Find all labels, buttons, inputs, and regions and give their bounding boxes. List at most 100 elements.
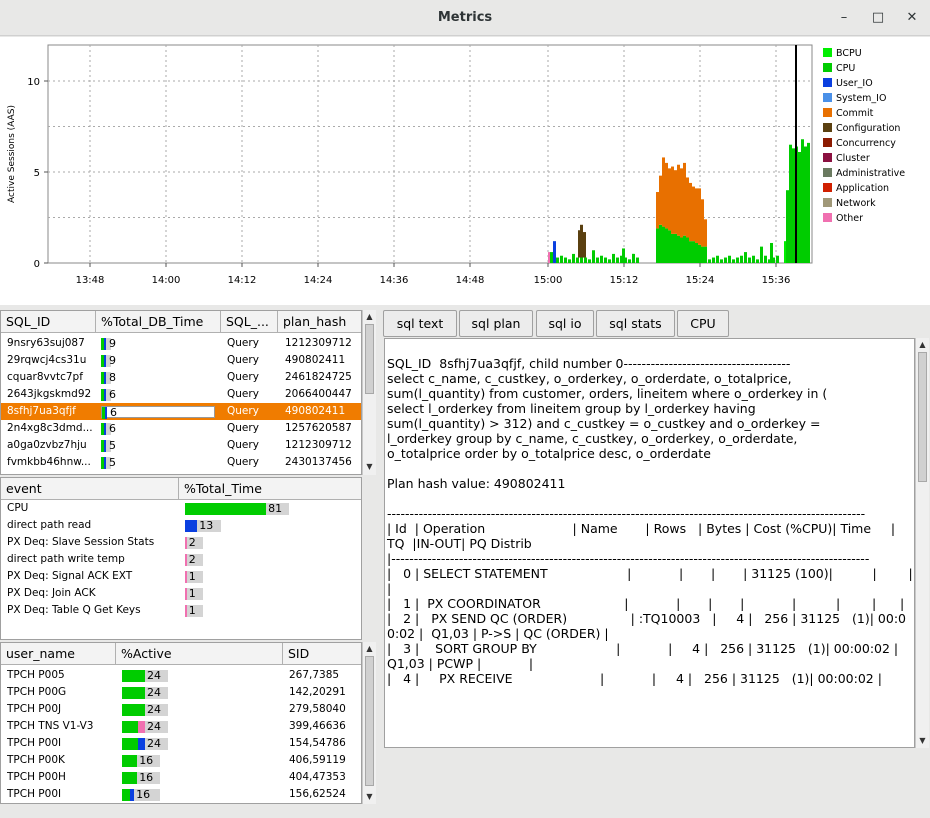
table-row[interactable]: 29rqwcj4cs31u 9 Query 490802411	[1, 352, 361, 369]
data-bar	[636, 257, 639, 263]
column-header-0[interactable]: SQL_ID	[1, 311, 96, 333]
data-bar	[680, 168, 683, 238]
table-row[interactable]: direct path read 13	[1, 517, 361, 534]
table-row[interactable]: TPCH P00I 24 154,54786	[1, 735, 361, 752]
session-table-scrollbar[interactable]: ▲ ▼	[362, 642, 376, 804]
sql-type: Query	[227, 439, 259, 451]
scroll-up-icon[interactable]: ▲	[916, 338, 929, 351]
data-bar	[720, 259, 723, 263]
table-row[interactable]: TPCH P00K 16 406,59119	[1, 752, 361, 769]
data-bar	[786, 190, 789, 263]
bar-value: 9	[109, 337, 116, 350]
plan-hash: 2461824725	[285, 371, 352, 383]
minimize-button[interactable]: –	[835, 9, 853, 27]
table-row[interactable]: PX Deq: Slave Session Stats 2	[1, 534, 361, 551]
column-header-1[interactable]: %Total_DB_Time	[96, 311, 221, 333]
session-sid: 406,59119	[289, 754, 346, 766]
scroll-thumb[interactable]	[365, 324, 374, 394]
table-row[interactable]: TPCH P00H 16 404,47353	[1, 769, 361, 786]
data-bar	[612, 253, 615, 263]
legend-label: CPU	[836, 63, 855, 74]
metrics-chart-area: 0 5 10 13:48 14:00 14:12 14:24 14:36 14:48 15:00 1…	[0, 37, 930, 305]
table-row[interactable]: PX Deq: Signal ACK EXT 1	[1, 568, 361, 585]
sql-id: fvmkbb46hnw...	[7, 456, 91, 468]
tab-sql-stats[interactable]: sql stats	[596, 310, 675, 337]
column-header-0[interactable]: event	[1, 478, 179, 500]
scroll-down-icon[interactable]: ▼	[363, 790, 376, 803]
tab-sql-text[interactable]: sql text	[383, 310, 457, 337]
legend-swatch	[823, 138, 832, 147]
data-bar	[616, 257, 619, 263]
column-header-3[interactable]: plan_hash	[278, 311, 361, 333]
bar-value: 5	[109, 439, 116, 452]
scroll-thumb[interactable]	[365, 656, 374, 786]
tab-sql-plan[interactable]: sql plan	[459, 310, 533, 337]
table-row[interactable]: fvmkbb46hnw... 5 Query 2430137456	[1, 454, 361, 471]
data-bar	[748, 257, 751, 263]
close-button[interactable]: ✕	[903, 9, 921, 27]
data-bar	[732, 259, 735, 263]
sql-text-pane[interactable]: SQL_ID 8sfhj7ua3qfjf, child number 0----…	[384, 338, 915, 748]
scroll-down-icon[interactable]: ▼	[916, 734, 929, 747]
table-row[interactable]: CPU 81	[1, 500, 361, 517]
bar-segment	[138, 738, 145, 750]
table-row[interactable]: 2643jkgskmd92 6 Query 2066400447	[1, 386, 361, 403]
column-header-1[interactable]: %Active	[116, 643, 283, 665]
data-bar	[671, 233, 674, 263]
scroll-down-icon[interactable]: ▼	[363, 460, 376, 473]
data-bar	[671, 166, 674, 234]
scroll-thumb[interactable]	[918, 352, 927, 482]
table-row[interactable]: TPCH P005 24 267,7385	[1, 667, 361, 684]
maximize-button[interactable]: □	[869, 9, 887, 27]
table-row[interactable]: a0ga0zvbz7hju 5 Query 1212309712	[1, 437, 361, 454]
column-header-2[interactable]: SID	[283, 643, 361, 665]
table-row[interactable]: 9nsry63suj087 9 Query 1212309712	[1, 335, 361, 352]
x-tick-label: 14:24	[304, 275, 333, 286]
data-bar	[674, 170, 677, 234]
user-name: TPCH P005	[7, 669, 65, 681]
data-bar	[604, 257, 607, 263]
session-sid: 399,46636	[289, 720, 346, 732]
session-sid: 154,54786	[289, 737, 346, 749]
table-row[interactable]: TPCH P00J 24 279,58040	[1, 701, 361, 718]
table-row[interactable]: PX Deq: Table Q Get Keys 1	[1, 602, 361, 619]
legend-swatch	[823, 48, 832, 57]
table-row[interactable]: cquar8vvtc7pf 8 Query 2461824725	[1, 369, 361, 386]
scroll-up-icon[interactable]: ▲	[363, 310, 376, 323]
data-bar	[716, 255, 719, 263]
table-row[interactable]: direct path write temp 2	[1, 551, 361, 568]
column-header-1[interactable]: %Total_Time	[179, 478, 361, 500]
db-time-bar: 6	[101, 388, 116, 401]
scroll-up-icon[interactable]: ▲	[363, 642, 376, 655]
column-header-0[interactable]: user_name	[1, 643, 116, 665]
table-row[interactable]: PX Deq: Join ACK 1	[1, 585, 361, 602]
event-time-bar: 1	[185, 587, 203, 600]
table-row[interactable]: 2n4xg8c3dmd... 6 Query 1257620587	[1, 420, 361, 437]
text-pane-scrollbar[interactable]: ▲ ▼	[915, 338, 929, 748]
plan-hash: 1212309712	[285, 439, 352, 451]
x-tick-label: 15:24	[686, 275, 715, 286]
active-sessions-chart[interactable]: 0 5 10 13:48 14:00 14:12 14:24 14:36 14:48 15:00 1…	[0, 37, 930, 305]
tab-cpu[interactable]: CPU	[677, 310, 729, 337]
legend-label: Commit	[836, 108, 874, 119]
data-bar	[689, 241, 692, 263]
sql-table-scrollbar[interactable]: ▲ ▼	[362, 310, 376, 475]
table-row[interactable]: TPCH P00G 24 142,20291	[1, 684, 361, 701]
data-bar	[659, 224, 662, 263]
column-header-2[interactable]: SQL_...	[221, 311, 278, 333]
sql-id: 2643jkgskmd92	[7, 388, 92, 400]
sql-id: cquar8vvtc7pf	[7, 371, 83, 383]
bar-value: 6	[109, 388, 116, 401]
sql-id: 8sfhj7ua3qfjf	[7, 405, 76, 417]
tab-sql-io[interactable]: sql io	[536, 310, 594, 337]
table-row[interactable]: TPCH TNS V1-V3 24 399,46636	[1, 718, 361, 735]
table-row[interactable]: 8sfhj7ua3qfjf 6 Query 490802411	[1, 403, 361, 420]
active-bar: 24	[122, 686, 168, 699]
bar-segment	[185, 605, 187, 617]
event-time-bar: 1	[185, 570, 203, 583]
table-row[interactable]: TPCH P00I 16 156,62524	[1, 786, 361, 803]
data-bar	[665, 228, 668, 263]
data-bar	[686, 237, 689, 263]
session-sid: 156,62524	[289, 788, 346, 800]
sql-type: Query	[227, 456, 259, 468]
